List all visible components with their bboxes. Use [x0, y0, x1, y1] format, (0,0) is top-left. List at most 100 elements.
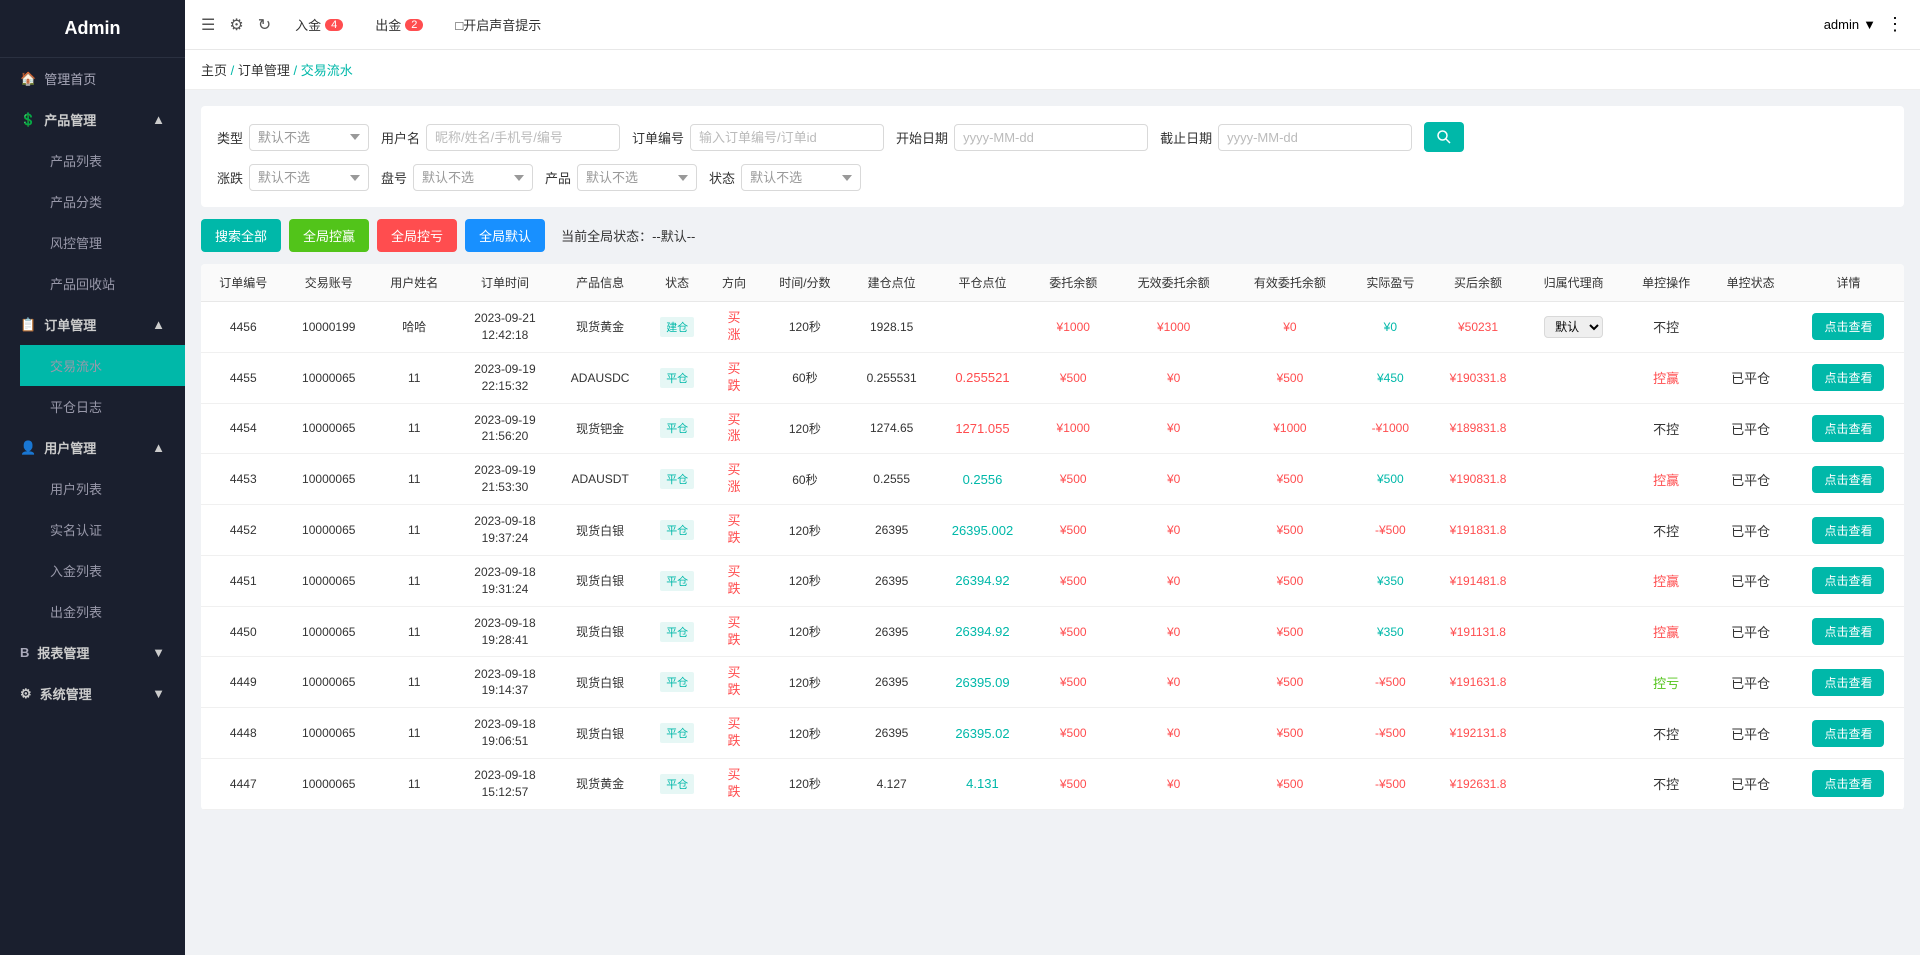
- table-row: 4449 10000065 11 2023-09-1819:14:37 现货白银…: [201, 657, 1904, 708]
- sidebar-group-report[interactable]: B 报表管理 ▼: [0, 632, 185, 673]
- cell-ctrl-action[interactable]: 不控: [1624, 403, 1709, 454]
- sidebar-item-home[interactable]: 🏠 管理首页: [0, 58, 185, 99]
- view-btn[interactable]: 点击查看: [1812, 567, 1884, 594]
- menu-icon[interactable]: ☰: [201, 15, 215, 35]
- cell-ctrl-action[interactable]: 不控: [1624, 505, 1709, 556]
- cell-status: 平仓: [647, 403, 708, 454]
- th-direction: 方向: [708, 264, 761, 302]
- filter-row-1: 类型 默认不选 用户名 订单编号 开始日期: [217, 122, 1888, 152]
- view-btn[interactable]: 点击查看: [1812, 313, 1884, 340]
- ctrl-action[interactable]: 不控: [1653, 524, 1679, 539]
- cell-account: 10000065: [286, 555, 372, 606]
- ctrl-action[interactable]: 控赢: [1653, 371, 1679, 386]
- cell-detail[interactable]: 点击查看: [1793, 606, 1904, 657]
- sound-toggle[interactable]: □开启声音提示: [455, 15, 541, 34]
- cell-detail[interactable]: 点击查看: [1793, 352, 1904, 403]
- search-icon: [1436, 129, 1452, 145]
- sidebar-item-risk-control[interactable]: 风控管理: [20, 222, 185, 263]
- cell-ctrl-action[interactable]: 不控: [1624, 302, 1709, 353]
- sidebar-group-system[interactable]: ⚙ 系统管理 ▼: [0, 673, 185, 714]
- username-input[interactable]: [426, 124, 620, 151]
- cell-detail[interactable]: 点击查看: [1793, 657, 1904, 708]
- cell-detail[interactable]: 点击查看: [1793, 708, 1904, 759]
- view-btn[interactable]: 点击查看: [1812, 364, 1884, 391]
- sidebar-item-income-list[interactable]: 入金列表: [20, 550, 185, 591]
- ctrl-action[interactable]: 不控: [1653, 422, 1679, 437]
- cell-direction: 买 涨: [708, 454, 761, 505]
- cell-valid-entrust: ¥500: [1232, 708, 1348, 759]
- cell-ctrl-action[interactable]: 控亏: [1624, 657, 1709, 708]
- view-btn[interactable]: 点击查看: [1812, 466, 1884, 493]
- filter-row-2: 涨跌 默认不选 盘号 默认不选 产品 默认不选: [217, 164, 1888, 191]
- breadcrumb-home[interactable]: 主页: [201, 63, 227, 78]
- cell-ctrl-action[interactable]: 控赢: [1624, 606, 1709, 657]
- start-date-input[interactable]: [954, 124, 1148, 151]
- income-btn[interactable]: 入金 4: [287, 11, 351, 38]
- ctrl-action[interactable]: 不控: [1653, 727, 1679, 742]
- sidebar-item-real-name[interactable]: 实名认证: [20, 509, 185, 550]
- cell-detail[interactable]: 点击查看: [1793, 454, 1904, 505]
- ctrl-action[interactable]: 控赢: [1653, 473, 1679, 488]
- cell-detail[interactable]: 点击查看: [1793, 302, 1904, 353]
- sidebar-group-user[interactable]: 👤 用户管理 ▲: [0, 427, 185, 468]
- sidebar-group-order[interactable]: 📋 订单管理 ▲: [0, 304, 185, 345]
- global-default-btn[interactable]: 全局默认: [465, 219, 545, 252]
- cell-pnl: ¥350: [1348, 555, 1433, 606]
- ctrl-status: 已平仓: [1731, 727, 1770, 742]
- global-long-btn[interactable]: 全局控赢: [289, 219, 369, 252]
- more-icon[interactable]: ⋮: [1886, 14, 1904, 35]
- sidebar-item-close-log[interactable]: 平仓日志: [20, 386, 185, 427]
- cell-detail[interactable]: 点击查看: [1793, 505, 1904, 556]
- sidebar-item-trade-flow[interactable]: 交易流水: [20, 345, 185, 386]
- sidebar-group-product[interactable]: 💲 产品管理 ▲: [0, 99, 185, 140]
- ctrl-action[interactable]: 不控: [1653, 777, 1679, 792]
- cell-product: 现货白银: [553, 555, 646, 606]
- breadcrumb-order[interactable]: 订单管理: [238, 63, 290, 78]
- search-icon-btn[interactable]: [1424, 122, 1464, 152]
- status-select[interactable]: 默认不选: [741, 164, 861, 191]
- global-short-btn[interactable]: 全局控亏: [377, 219, 457, 252]
- admin-user-btn[interactable]: admin ▼: [1824, 17, 1876, 32]
- ctrl-action[interactable]: 控赢: [1653, 625, 1679, 640]
- product-submenu: 产品列表 产品分类 风控管理 产品回收站: [0, 140, 185, 304]
- sidebar-item-user-list[interactable]: 用户列表: [20, 468, 185, 509]
- view-btn[interactable]: 点击查看: [1812, 517, 1884, 544]
- cell-ctrl-action[interactable]: 不控: [1624, 708, 1709, 759]
- view-btn[interactable]: 点击查看: [1812, 669, 1884, 696]
- cell-detail[interactable]: 点击查看: [1793, 403, 1904, 454]
- cell-order-time: 2023-09-1921:53:30: [457, 454, 554, 505]
- order-no-input[interactable]: [690, 124, 884, 151]
- ctrl-action[interactable]: 控亏: [1653, 676, 1679, 691]
- app-title: Admin: [0, 0, 185, 58]
- ctrl-action[interactable]: 不控: [1653, 320, 1679, 335]
- cell-ctrl-action[interactable]: 不控: [1624, 759, 1709, 810]
- sidebar-item-product-trash[interactable]: 产品回收站: [20, 263, 185, 304]
- rise-fall-select[interactable]: 默认不选: [249, 164, 369, 191]
- sidebar-item-outcome-list[interactable]: 出金列表: [20, 591, 185, 632]
- cell-ctrl-action[interactable]: 控赢: [1624, 352, 1709, 403]
- product-select[interactable]: 默认不选: [577, 164, 697, 191]
- search-all-btn[interactable]: 搜索全部: [201, 219, 281, 252]
- cell-direction: 买 跌: [708, 657, 761, 708]
- sidebar-item-product-category[interactable]: 产品分类: [20, 181, 185, 222]
- settings-icon[interactable]: ⚙: [229, 15, 243, 35]
- outcome-label: 出金: [375, 15, 401, 34]
- cell-balance-after: ¥50231: [1433, 302, 1524, 353]
- outcome-btn[interactable]: 出金 2: [367, 11, 431, 38]
- ctrl-action[interactable]: 控赢: [1653, 574, 1679, 589]
- cell-detail[interactable]: 点击查看: [1793, 555, 1904, 606]
- account-select[interactable]: 默认不选: [413, 164, 533, 191]
- cell-detail[interactable]: 点击查看: [1793, 759, 1904, 810]
- refresh-icon[interactable]: ↻: [258, 15, 271, 35]
- sidebar-item-product-list[interactable]: 产品列表: [20, 140, 185, 181]
- view-btn[interactable]: 点击查看: [1812, 770, 1884, 797]
- cell-ctrl-action[interactable]: 控赢: [1624, 555, 1709, 606]
- agent-select[interactable]: 默认: [1544, 316, 1603, 338]
- cell-ctrl-action[interactable]: 控赢: [1624, 454, 1709, 505]
- view-btn[interactable]: 点击查看: [1812, 720, 1884, 747]
- cell-ctrl-status: 已平仓: [1708, 708, 1793, 759]
- end-date-input[interactable]: [1218, 124, 1412, 151]
- type-select[interactable]: 默认不选: [249, 124, 369, 151]
- view-btn[interactable]: 点击查看: [1812, 618, 1884, 645]
- view-btn[interactable]: 点击查看: [1812, 415, 1884, 442]
